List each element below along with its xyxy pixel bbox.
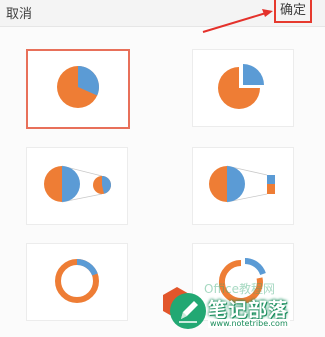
chart-option-pie-of-pie[interactable] [26,147,128,225]
chart-option-pie[interactable] [26,49,130,129]
pen-badge-icon [170,293,206,329]
watermark-brand: 笔记部落 [208,299,289,321]
watermark-url: www.notetribe.com [208,319,290,328]
bar-of-pie-chart-icon [209,165,275,203]
pie-chart-icon [57,66,99,108]
doughnut-chart-icon [55,258,99,303]
watermark: Office教程网 笔记部落 www.notetribe.com [158,276,325,337]
top-bar: 取消 确定 [0,0,325,27]
exploded-pie-chart-icon [218,64,264,109]
pie-of-pie-chart-icon [44,165,111,203]
chart-option-exploded-pie[interactable] [192,49,294,127]
cancel-button[interactable]: 取消 [6,3,32,22]
confirm-button[interactable]: 确定 [274,0,313,23]
chart-option-doughnut[interactable] [26,243,128,321]
chart-option-bar-of-pie[interactable] [192,147,294,225]
